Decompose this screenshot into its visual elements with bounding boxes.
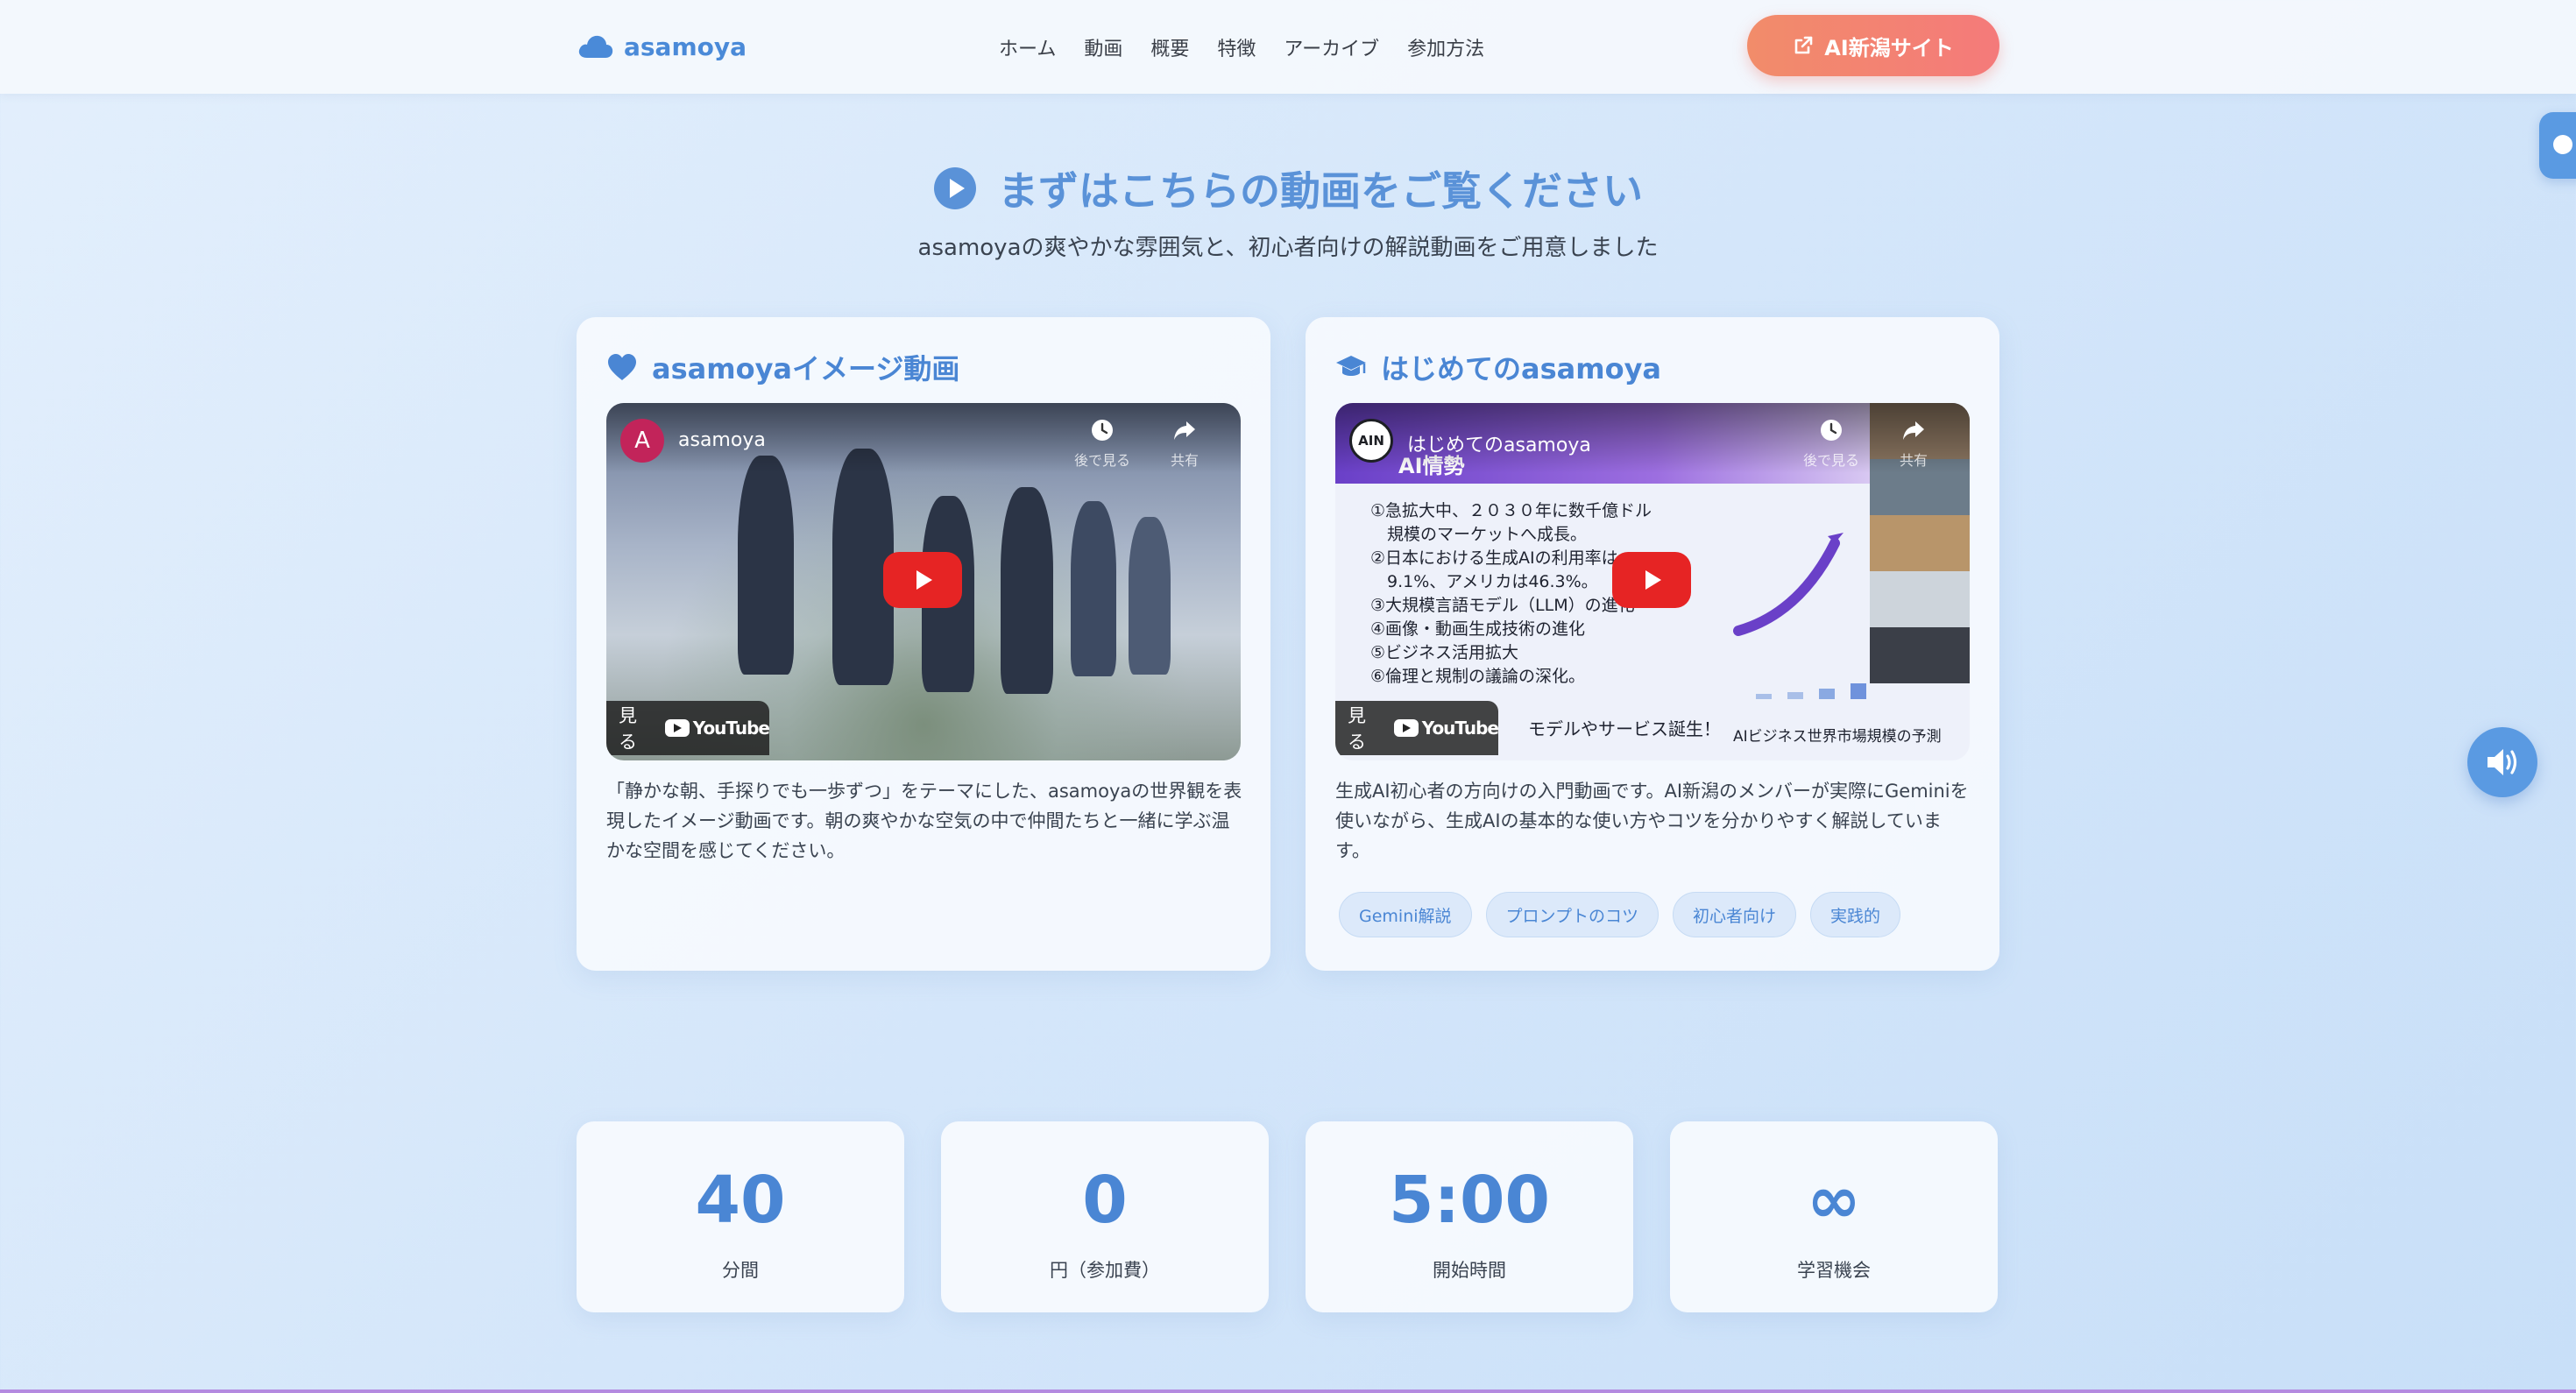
play-icon: [916, 570, 932, 590]
slide-list-item: ⑤ビジネス活用拡大: [1370, 643, 1519, 662]
nav-archive[interactable]: アーカイブ: [1284, 33, 1379, 61]
video-title[interactable]: asamoya: [678, 429, 766, 451]
sound-toggle-button[interactable]: [2467, 727, 2537, 797]
participant-camera: [1870, 571, 1970, 627]
bottom-accent-line: [0, 1389, 2576, 1393]
stat-learning: ∞ 学習機会: [1670, 1121, 1998, 1312]
nav-how-to-join[interactable]: 参加方法: [1407, 33, 1484, 61]
video-title[interactable]: はじめてのasamoya: [1407, 429, 1591, 457]
tag-list: Gemini解説 プロンプトのコツ 初心者向け 実践的: [1339, 892, 1900, 937]
heart-icon: [608, 354, 636, 380]
youtube-logo-icon: YouTube: [1393, 718, 1499, 739]
external-link-icon: [1794, 36, 1813, 54]
stat-label: 学習機会: [1797, 1260, 1871, 1281]
youtube-video-embed[interactable]: AI情勢 ①急拡大中、２０３０年に数千億ドル 規模のマーケットへ成長。 ②日本に…: [1335, 403, 1970, 760]
slide-caption: AIビジネス世界市場規模の予測: [1733, 728, 1942, 746]
site-logo[interactable]: asamoya: [577, 26, 747, 67]
tag-practical[interactable]: 実践的: [1809, 892, 1900, 937]
thumbnail-person: [1129, 517, 1171, 675]
watch-on-youtube-button[interactable]: 見る YouTube: [606, 701, 770, 755]
graduation-cap-icon: [1336, 356, 1366, 376]
stat-label: 円（参加費）: [1050, 1260, 1160, 1281]
card-title-text: はじめてのasamoya: [1381, 352, 1662, 385]
stat-label: 分間: [722, 1260, 759, 1281]
nav-features[interactable]: 特徴: [1217, 33, 1256, 61]
card-description: 「静かな朝、手探りでも一歩ずつ」をテーマにした、asamoyaの世界観を表現した…: [606, 781, 1242, 861]
nav-overview[interactable]: 概要: [1150, 33, 1189, 61]
stat-fee: 0 円（参加費）: [941, 1121, 1269, 1312]
card-description: 生成AI初心者の方向けの入門動画です。AI新潟のメンバーが実際にGeminiを使…: [1335, 781, 1969, 861]
slide-list-item: 規模のマーケットへ成長。: [1370, 525, 1588, 544]
slide-list-item: ⑥倫理と規制の議論の深化。: [1370, 667, 1586, 686]
stat-value: 0: [1082, 1163, 1128, 1238]
speaker-icon: [2488, 749, 2517, 775]
participant-camera: [1870, 515, 1970, 571]
ai-niigata-site-button[interactable]: AI新潟サイト: [1747, 15, 1999, 76]
youtube-logo-icon: YouTube: [664, 718, 770, 739]
slide-list-item: ④画像・動画生成技術の進化: [1370, 619, 1586, 639]
watch-later-button[interactable]: 後で見る: [1796, 417, 1866, 470]
cloud-icon: [578, 35, 613, 58]
thumbnail-person: [1071, 501, 1116, 676]
section-title: まずはこちらの動画をご覧ください: [0, 158, 2576, 219]
channel-avatar[interactable]: A: [620, 419, 664, 463]
channel-avatar[interactable]: AIN: [1349, 419, 1393, 463]
tag-gemini[interactable]: Gemini解説: [1339, 892, 1472, 937]
share-arrow-icon: [1174, 421, 1195, 440]
share-button[interactable]: 共有: [1150, 417, 1220, 470]
play-button[interactable]: [1612, 552, 1691, 608]
stat-value: 5:00: [1388, 1163, 1551, 1238]
slide-growth-chart: [1733, 533, 1866, 699]
slide-footer: モデルやサービス誕生！: [1528, 718, 1721, 739]
site-header: asamoya ホーム 動画 概要 特徴 アーカイブ 参加方法 AI新潟サイト: [0, 0, 2576, 94]
cta-label: AI新潟サイト: [1824, 35, 1954, 60]
main-nav: ホーム 動画 概要 特徴 アーカイブ 参加方法: [999, 30, 1484, 65]
watch-on-youtube-button[interactable]: 見る YouTube: [1335, 701, 1499, 755]
thumbnail-person: [738, 456, 794, 675]
intro-video-card: はじめてのasamoya AI情勢 ①急拡大中、２０３０年に数千億ドル 規模のマ…: [1306, 317, 1999, 971]
share-arrow-icon: [1903, 421, 1924, 440]
clock-icon: [1092, 420, 1113, 441]
logo-text: asamoya: [624, 32, 747, 61]
section-title-text: まずはこちらの動画をご覧ください: [998, 167, 1643, 215]
stat-value: ∞: [1807, 1163, 1861, 1238]
nav-videos[interactable]: 動画: [1084, 33, 1122, 61]
stat-duration: 40 分間: [577, 1121, 904, 1312]
clock-icon: [1821, 420, 1842, 441]
card-title: asamoyaイメージ動画: [606, 345, 959, 389]
card-title-text: asamoyaイメージ動画: [652, 352, 960, 385]
image-video-card: asamoyaイメージ動画 A asamoya 後で見る 共有 見る YouTu…: [577, 317, 1270, 971]
thumbnail-person: [1001, 487, 1053, 694]
watch-later-button[interactable]: 後で見る: [1067, 417, 1137, 470]
nav-home[interactable]: ホーム: [999, 33, 1056, 61]
share-button[interactable]: 共有: [1879, 417, 1949, 470]
play-circle-icon: [934, 167, 976, 209]
play-icon: [1645, 570, 1661, 590]
youtube-video-embed[interactable]: A asamoya 後で見る 共有 見る YouTube: [606, 403, 1241, 760]
tag-prompt-tips[interactable]: プロンプトのコツ: [1485, 892, 1659, 937]
side-tab-icon: [2553, 135, 2572, 154]
stat-label: 開始時間: [1433, 1260, 1506, 1281]
card-title: はじめてのasamoya: [1335, 345, 1661, 389]
play-button[interactable]: [883, 552, 962, 608]
section-subtitle: asamoyaの爽やかな雰囲気と、初心者向けの解説動画をご用意しました: [917, 235, 1659, 261]
stat-start-time: 5:00 開始時間: [1306, 1121, 1633, 1312]
tag-beginner[interactable]: 初心者向け: [1672, 892, 1796, 937]
stat-value: 40: [695, 1163, 786, 1238]
slide-list-item: ①急拡大中、２０３０年に数千億ドル: [1370, 501, 1652, 520]
